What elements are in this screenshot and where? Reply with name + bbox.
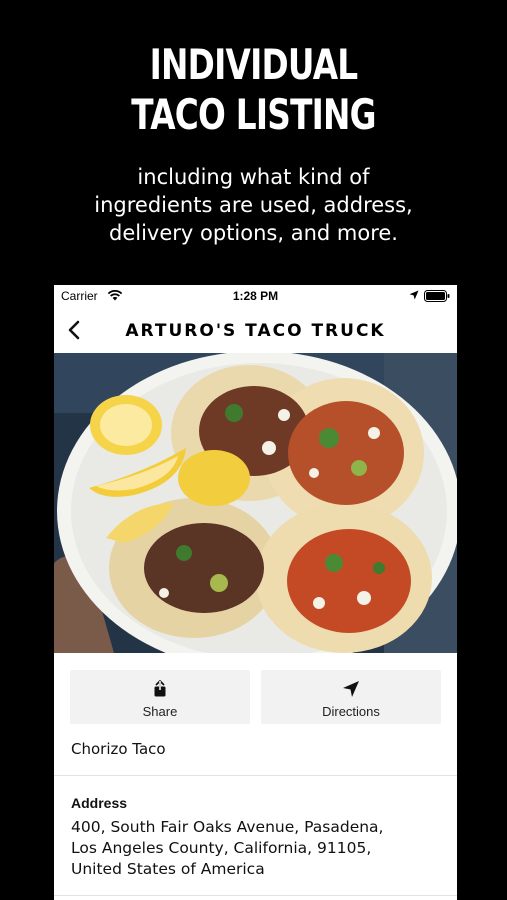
promo-title-line: TACO LISTING (131, 90, 376, 139)
status-bar: Carrier 1:28 PM (54, 285, 457, 307)
promo-subtitle-line: delivery options, and more. (109, 221, 398, 245)
address-line: 400, South Fair Oaks Avenue, Pasadena, (71, 818, 384, 836)
nav-bar: ARTURO'S TACO TRUCK (54, 307, 457, 353)
address-label: Address (71, 795, 128, 811)
item-name: Chorizo Taco (71, 740, 166, 758)
share-button[interactable]: Share (70, 670, 250, 724)
chevron-left-icon[interactable] (60, 315, 90, 345)
divider (54, 895, 457, 896)
taco-photo (54, 353, 457, 653)
address-line: United States of America (71, 860, 265, 878)
promo-subtitle: including what kind of ingredients are u… (0, 163, 507, 247)
location-arrow-icon (409, 290, 419, 300)
phone-screen: Carrier 1:28 PM ARTURO'S TACO TRUCK Shar… (54, 285, 457, 900)
promo-subtitle-line: including what kind of (137, 165, 370, 189)
page-title: ARTURO'S TACO TRUCK (125, 321, 386, 341)
address-value: 400, South Fair Oaks Avenue, Pasadena, L… (71, 817, 446, 880)
promo-subtitle-line: ingredients are used, address, (94, 193, 413, 217)
directions-button[interactable]: Directions (261, 670, 441, 724)
status-time: 1:28 PM (232, 289, 279, 303)
address-line: Los Angeles County, California, 91105, (71, 839, 372, 857)
directions-label: Directions (322, 704, 380, 719)
action-buttons: Share Directions (70, 670, 441, 724)
navigation-arrow-icon (343, 681, 359, 697)
promo-title: INDIVIDUAL TACO LISTING (56, 40, 451, 140)
share-icon (154, 680, 166, 697)
promo-title-line: INDIVIDUAL (149, 40, 359, 89)
battery-icon (424, 290, 450, 302)
share-label: Share (142, 704, 178, 719)
divider (54, 775, 457, 776)
